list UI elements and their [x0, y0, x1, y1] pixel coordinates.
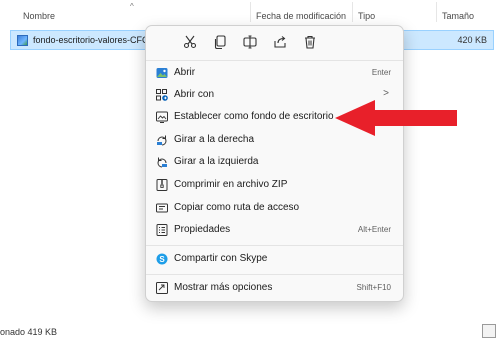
zip-icon	[156, 179, 168, 191]
view-toggle-icon[interactable]	[482, 324, 496, 338]
properties-icon	[156, 224, 168, 236]
skype-icon: S	[156, 253, 168, 265]
menu-item-label: Girar a la derecha	[174, 134, 255, 145]
chevron-right-icon: >	[383, 88, 389, 99]
menu-item-compartir-skype[interactable]: S Compartir con Skype	[150, 249, 399, 269]
image-icon	[156, 67, 168, 79]
column-header: ^ Nombre Fecha de modificación Tipo Tama…	[0, 0, 500, 24]
rotate-left-icon	[156, 156, 168, 168]
column-date[interactable]: Fecha de modificación	[256, 11, 346, 21]
menu-item-label: Comprimir en archivo ZIP	[174, 179, 288, 190]
more-options-icon	[156, 282, 168, 294]
shortcut-label: Alt+Enter	[357, 225, 391, 234]
file-size: 420 KB	[457, 35, 487, 45]
red-arrow-annotation	[335, 100, 457, 136]
menu-item-mostrar-mas[interactable]: Mostrar más opciones Shift+F10	[150, 278, 399, 298]
cut-icon[interactable]	[182, 34, 198, 50]
menu-divider	[146, 245, 403, 246]
open-with-icon	[156, 89, 168, 101]
context-toolbar	[146, 26, 403, 60]
copy-path-icon	[156, 202, 168, 214]
column-size[interactable]: Tamaño	[442, 11, 474, 21]
shortcut-label: Enter	[371, 68, 391, 77]
menu-divider	[146, 60, 403, 61]
column-separator[interactable]	[436, 2, 437, 22]
menu-item-label: Abrir con	[174, 89, 215, 100]
copy-icon[interactable]	[212, 34, 228, 50]
menu-item-comprimir-zip[interactable]: Comprimir en archivo ZIP	[150, 175, 399, 195]
menu-item-abrir[interactable]: Abrir Enter	[150, 63, 399, 83]
column-separator[interactable]	[250, 2, 251, 22]
column-separator[interactable]	[352, 2, 353, 22]
delete-icon[interactable]	[302, 34, 318, 50]
menu-item-label: Compartir con Skype	[174, 253, 268, 264]
column-type[interactable]: Tipo	[358, 11, 375, 21]
wallpaper-icon	[156, 111, 168, 123]
menu-item-label: Girar a la izquierda	[174, 156, 259, 167]
menu-item-label: Establecer como fondo de escritorio	[174, 111, 334, 122]
menu-item-label: Copiar como ruta de acceso	[174, 202, 300, 213]
share-icon[interactable]	[272, 34, 288, 50]
rename-icon[interactable]	[242, 34, 258, 50]
menu-divider	[146, 274, 403, 275]
file-name: fondo-escritorio-valores-CFC-s	[33, 35, 157, 45]
menu-item-propiedades[interactable]: Propiedades Alt+Enter	[150, 220, 399, 240]
rotate-right-icon	[156, 134, 168, 146]
menu-item-copiar-ruta[interactable]: Copiar como ruta de acceso	[150, 198, 399, 218]
svg-text:S: S	[159, 255, 165, 264]
sort-caret-icon: ^	[130, 2, 134, 11]
menu-item-girar-izquierda[interactable]: Girar a la izquierda	[150, 152, 399, 172]
image-file-icon	[17, 35, 28, 46]
menu-item-label: Propiedades	[174, 224, 231, 235]
column-name[interactable]: Nombre	[23, 11, 55, 21]
shortcut-label: Shift+F10	[356, 283, 391, 292]
menu-item-label: Mostrar más opciones	[174, 282, 273, 293]
menu-item-label: Abrir	[174, 67, 196, 78]
context-menu: Abrir Enter Abrir con > Establecer como …	[145, 25, 404, 302]
status-bar-text: onado 419 KB	[0, 327, 58, 337]
